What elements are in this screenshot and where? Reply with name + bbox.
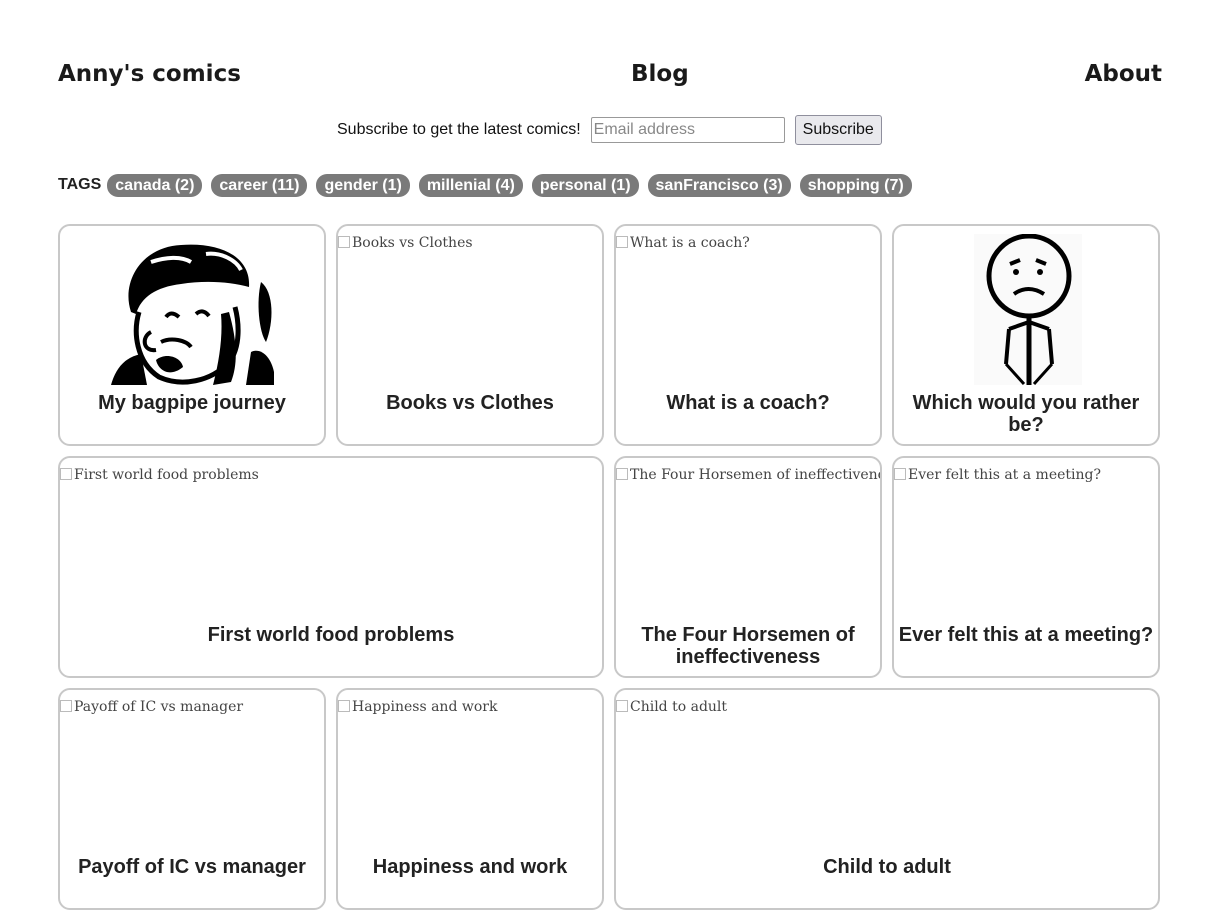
comic-title[interactable]: Ever felt this at a meeting? [898,624,1154,646]
comic-card[interactable]: Payoff of IC vs manager Payoff of IC vs … [58,688,326,910]
subscribe-label: Subscribe to get the latest comics! [337,121,581,138]
nav-blog-link[interactable]: Blog [631,58,689,90]
tag-gender[interactable]: gender (1) [316,173,410,197]
tag-sanfrancisco[interactable]: sanFrancisco (3) [647,173,791,197]
comic-title[interactable]: Which would you rather be? [898,392,1154,436]
comic-card[interactable]: Ever felt this at a meeting? Ever felt t… [892,456,1160,678]
comic-card[interactable]: My bagpipe journey [58,224,326,446]
comic-image-alt: Payoff of IC vs manager [60,699,243,715]
tag-personal[interactable]: personal (1) [531,173,639,197]
comic-card[interactable]: Which would you rather be? [892,224,1160,446]
comic-image-alt: First world food problems [60,467,259,483]
subscribe-form: Subscribe to get the latest comics! Subs… [337,115,882,145]
comic-grid: My bagpipe journey Books vs Clothes Book… [58,224,1162,910]
tag-millenial[interactable]: millenial (4) [418,173,523,197]
comic-card[interactable]: Happiness and work Happiness and work [336,688,604,910]
email-input[interactable] [590,117,785,143]
site-title-link[interactable]: Anny's comics [58,58,241,90]
comic-title[interactable]: Payoff of IC vs manager [64,856,320,878]
comic-title[interactable]: First world food problems [64,624,598,646]
comic-card[interactable]: The Four Horsemen of ineffectiveness The… [614,456,882,678]
comic-title[interactable]: What is a coach? [620,392,876,414]
comic-title[interactable]: The Four Horsemen of ineffectiveness [620,624,876,668]
comic-image-alt: Happiness and work [338,699,497,715]
comic-title[interactable]: Child to adult [620,856,1154,878]
tag-bar: TAGS canada (2) career (11) gender (1) m… [58,172,921,198]
comic-image-alt: Ever felt this at a meeting? [894,467,1101,483]
tag-shopping[interactable]: shopping (7) [799,173,912,197]
tags-label: TAGS [58,176,102,193]
comic-image-alt: The Four Horsemen of ineffectiveness [616,467,880,483]
top-nav: Anny's comics Blog About [58,58,1162,90]
comic-image-alt: Books vs Clothes [338,235,473,251]
comic-image-alt: Child to adult [616,699,727,715]
comic-card[interactable]: Child to adult Child to adult [614,688,1160,910]
tag-career[interactable]: career (11) [211,173,308,197]
comic-card[interactable]: Books vs Clothes Books vs Clothes [336,224,604,446]
comic-card[interactable]: First world food problems First world fo… [58,456,604,678]
nav-about-link[interactable]: About [1085,58,1162,90]
tag-canada[interactable]: canada (2) [107,173,203,197]
comic-title[interactable]: Books vs Clothes [342,392,598,414]
comic-title[interactable]: Happiness and work [342,856,598,878]
stick-figure-comic-image [974,234,1082,385]
bagpipe-comic-image [111,244,274,385]
comic-title[interactable]: My bagpipe journey [64,392,320,414]
subscribe-button[interactable]: Subscribe [794,115,882,145]
comic-image-alt: What is a coach? [616,235,750,251]
comic-card[interactable]: What is a coach? What is a coach? [614,224,882,446]
